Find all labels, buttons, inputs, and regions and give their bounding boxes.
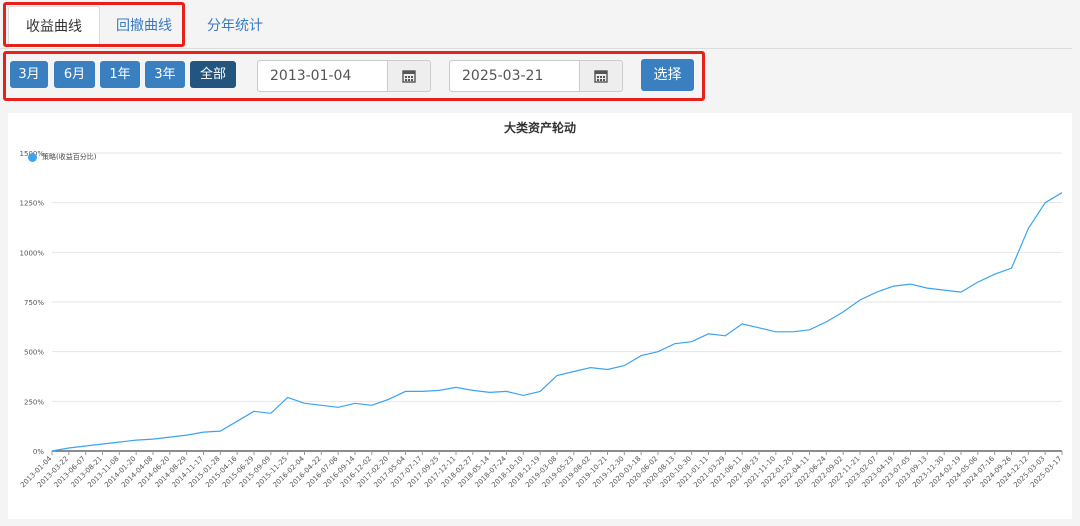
legend-marker xyxy=(28,152,37,162)
start-date-picker-button[interactable] xyxy=(387,60,431,92)
tab-annual-stats[interactable]: 分年统计 xyxy=(190,6,280,46)
legend-label: 策略(收益百分比) xyxy=(42,153,97,161)
tab-bar: 收益曲线 回撤曲线 分年统计 xyxy=(0,0,1072,49)
chart-panel: 大类资产轮动 0%250%500%750%1000%1250%1500%2013… xyxy=(8,113,1072,519)
y-tick-label: 1250% xyxy=(20,200,45,208)
select-button[interactable]: 选择 xyxy=(641,59,694,91)
end-date-input[interactable]: 2025-03-21 xyxy=(449,60,581,92)
tab-return-curve[interactable]: 收益曲线 xyxy=(8,6,100,48)
tab-drawdown-curve[interactable]: 回撤曲线 xyxy=(99,6,189,46)
y-tick-label: 250% xyxy=(24,398,44,406)
calendar-icon xyxy=(594,70,608,83)
range-6m-button[interactable]: 6月 xyxy=(54,61,95,88)
y-tick-label: 500% xyxy=(24,349,44,357)
range-3y-button[interactable]: 3年 xyxy=(145,61,185,88)
chart-legend[interactable]: 策略(收益百分比) xyxy=(28,151,96,163)
end-date-picker-button[interactable] xyxy=(579,60,623,92)
range-all-button[interactable]: 全部 xyxy=(190,61,236,88)
series-line xyxy=(51,192,1063,452)
start-date-input[interactable]: 2013-01-04 xyxy=(257,60,389,92)
calendar-icon xyxy=(402,70,416,83)
y-tick-label: 1000% xyxy=(20,249,45,257)
return-chart: 0%250%500%750%1000%1250%1500%2013-01-042… xyxy=(19,150,1063,489)
y-tick-label: 750% xyxy=(24,299,44,307)
range-3m-button[interactable]: 3月 xyxy=(10,61,48,88)
range-1y-button[interactable]: 1年 xyxy=(100,61,140,88)
y-tick-label: 0% xyxy=(33,448,44,456)
